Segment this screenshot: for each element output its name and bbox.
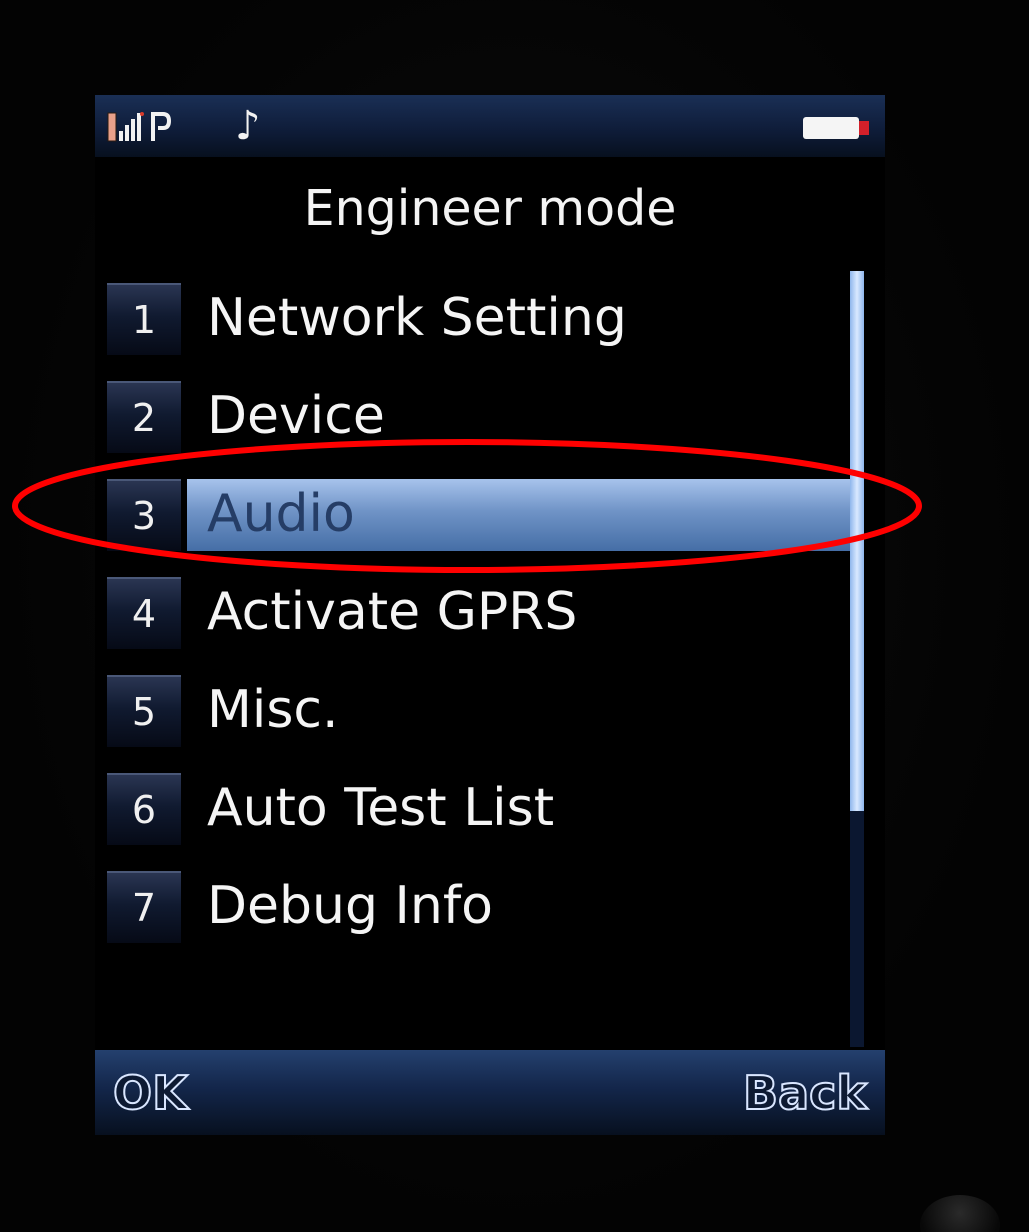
menu-item-misc[interactable]: 5 Misc. — [107, 667, 851, 753]
menu-item-number: 5 — [107, 675, 181, 747]
menu-item-number: 1 — [107, 283, 181, 355]
signal-strength-icon — [107, 112, 144, 142]
music-note-icon: ♪ — [235, 103, 261, 149]
menu-item-activate-gprs[interactable]: 4 Activate GPRS — [107, 569, 851, 655]
menu-item-number: 6 — [107, 773, 181, 845]
softkey-bar: OK Back — [95, 1050, 885, 1135]
menu-item-label: Misc. — [207, 680, 339, 740]
gprs-icon — [151, 112, 171, 141]
menu-item-label: Network Setting — [207, 288, 627, 348]
menu-item-label: Debug Info — [207, 876, 493, 936]
menu-item-number: 7 — [107, 871, 181, 943]
status-bar: ♪ — [95, 95, 885, 157]
page-title: Engineer mode — [303, 180, 677, 237]
menu-item-label: Activate GPRS — [207, 582, 578, 642]
menu-item-debug-info[interactable]: 7 Debug Info — [107, 863, 851, 949]
annotation-ellipse — [12, 439, 922, 573]
menu-item-network-setting[interactable]: 1 Network Setting — [107, 275, 851, 361]
menu-item-number: 4 — [107, 577, 181, 649]
back-softkey[interactable]: Back — [742, 1058, 868, 1128]
scrollbar[interactable] — [850, 271, 864, 1047]
battery-icon — [803, 117, 869, 139]
menu-item-auto-test-list[interactable]: 6 Auto Test List — [107, 765, 851, 851]
menu-item-label: Auto Test List — [207, 778, 555, 838]
ok-softkey[interactable]: OK — [112, 1058, 189, 1128]
phone-screen: ♪ Engineer mode 1 Network Setting 2 Devi… — [95, 95, 885, 1135]
